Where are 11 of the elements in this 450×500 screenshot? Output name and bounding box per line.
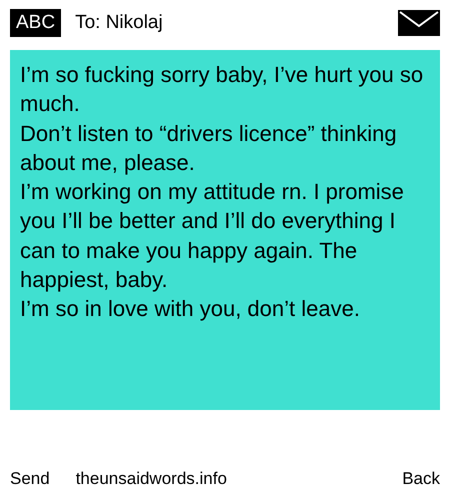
message-text: I’m so fucking sorry baby, I’ve hurt you so much. [20, 61, 424, 118]
envelope-icon[interactable] [398, 10, 440, 36]
site-link[interactable]: theunsaidwords.info [76, 469, 227, 489]
message-text: I’m so in love with you, don’t leave. [20, 295, 361, 323]
back-link[interactable]: Back [402, 469, 440, 489]
send-link[interactable]: Send [10, 469, 50, 489]
mode-label: ABC [10, 9, 62, 37]
recipient: To: Nikolaj [75, 12, 164, 34]
message-text: Don’t listen to “drivers licence” thinking about me, please. [20, 120, 398, 177]
message-text: I’m working on my attitude rn. I promise you I’ll be better and I’ll do everything I can to make you happy again. The happiest, baby. [20, 178, 405, 294]
message-area[interactable] [10, 50, 440, 410]
